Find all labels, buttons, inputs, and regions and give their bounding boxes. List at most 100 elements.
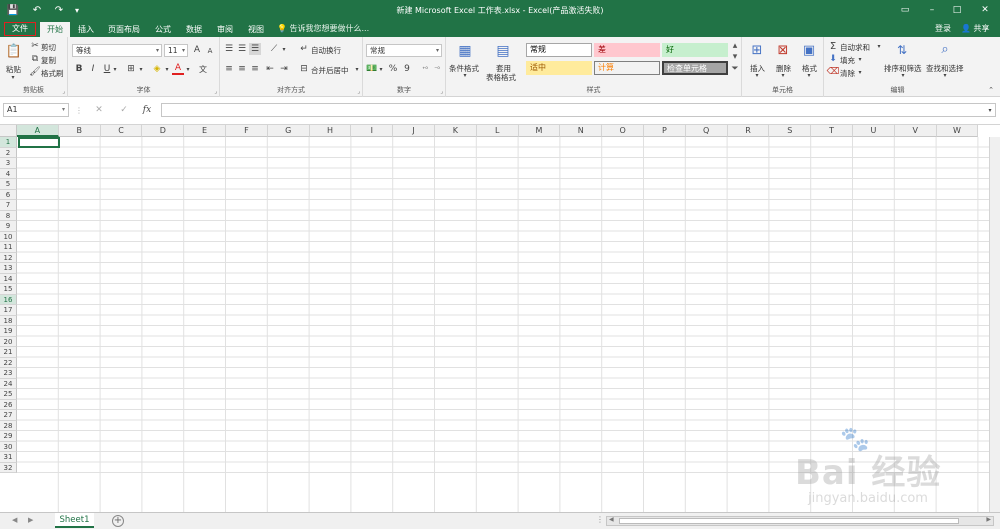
login-link[interactable]: 登录 (935, 23, 951, 35)
worksheet-grid[interactable]: ABCDEFGHIJKLMNOPQRSTUVW 1 2 3 4 5 6 7 8 9 10 11 12 1… (0, 125, 1000, 512)
row-header[interactable]: 3 (0, 158, 17, 169)
decrease-indent-icon[interactable]: ⇤ (264, 63, 276, 75)
row-header[interactable]: 19 (0, 326, 17, 337)
italic-button[interactable]: I (88, 63, 98, 75)
column-header[interactable]: K (435, 125, 477, 137)
style-neutral[interactable]: 适中 (526, 61, 592, 75)
orientation-icon[interactable]: ⟋ (267, 43, 281, 55)
comma-style-button[interactable]: 9 (401, 63, 413, 75)
wrap-text-icon[interactable]: ↵ (298, 43, 310, 55)
align-top-icon[interactable]: ☰ (223, 43, 235, 55)
row-header[interactable]: 5 (0, 179, 17, 190)
enter-icon[interactable]: ✓ (118, 104, 130, 116)
horizontal-scroll-thumb[interactable] (619, 518, 959, 524)
copy-icon[interactable]: ⧉ (30, 54, 40, 64)
row-header[interactable]: 24 (0, 378, 17, 389)
sort-filter-icon[interactable]: ⇅ (894, 41, 910, 59)
autosum-icon[interactable]: Σ (828, 40, 838, 52)
clear-dropdown-icon[interactable]: ▾ (857, 68, 863, 76)
fill-button[interactable]: 填充 (840, 55, 855, 66)
tab-review[interactable]: 审阅 (212, 22, 238, 37)
select-all-corner[interactable] (0, 125, 17, 137)
column-header[interactable]: T (811, 125, 853, 137)
styles-more-icon[interactable]: ⏷ (730, 64, 740, 74)
insert-cells-icon[interactable]: ⊞ (748, 41, 766, 59)
row-header[interactable]: 25 (0, 389, 17, 400)
row-header[interactable]: 4 (0, 168, 17, 179)
scroll-left-icon[interactable]: ◀ (609, 516, 614, 523)
row-header[interactable]: 29 (0, 431, 17, 442)
fill-icon[interactable]: ⬇ (828, 53, 838, 65)
row-header[interactable]: 1 (0, 137, 17, 148)
share-button[interactable]: 👤 共享 (958, 22, 993, 35)
column-header[interactable]: M (518, 125, 561, 137)
grow-font-button[interactable]: A (191, 44, 203, 56)
column-header[interactable]: W (936, 125, 979, 137)
horizontal-scrollbar[interactable]: ◀ ▶ (606, 516, 994, 526)
tab-page-layout[interactable]: 页面布局 (104, 22, 144, 37)
increase-decimal-icon[interactable]: ⁺⁰ (419, 63, 431, 75)
row-header[interactable]: 13 (0, 263, 17, 274)
tab-view[interactable]: 视图 (243, 22, 269, 37)
clipboard-launcher-icon[interactable]: ⌟ (62, 88, 65, 95)
format-as-table-icon[interactable]: ▤ (494, 42, 512, 60)
vertical-scrollbar[interactable] (989, 137, 1000, 512)
delete-dropdown-icon[interactable]: ▾ (780, 72, 786, 79)
column-header[interactable]: C (100, 125, 143, 137)
cut-button[interactable]: 剪切 (41, 42, 56, 53)
style-good[interactable]: 好 (662, 43, 728, 57)
minimize-button[interactable]: – (925, 3, 939, 17)
tab-home[interactable]: 开始 (40, 22, 70, 37)
row-header[interactable]: 11 (0, 242, 17, 253)
column-header[interactable]: P (644, 125, 686, 137)
tab-split-handle-icon[interactable]: ⋮ (596, 515, 604, 524)
paste-dropdown-icon[interactable]: ▾ (10, 74, 16, 81)
scroll-right-icon[interactable]: ▶ (986, 516, 991, 523)
fill-dropdown-icon[interactable]: ▾ (857, 55, 863, 63)
row-header[interactable]: 26 (0, 399, 17, 410)
row-header[interactable]: 2 (0, 147, 17, 158)
active-cell[interactable] (18, 137, 60, 148)
row-header[interactable]: 30 (0, 441, 17, 452)
column-header[interactable]: S (769, 125, 812, 137)
autosum-button[interactable]: 自动求和 (840, 42, 870, 53)
insert-dropdown-icon[interactable]: ▾ (754, 72, 760, 79)
shrink-font-button[interactable]: A (204, 45, 216, 57)
cell-gridlines[interactable] (17, 137, 1000, 512)
row-header[interactable]: 21 (0, 347, 17, 358)
tab-formulas[interactable]: 公式 (150, 22, 176, 37)
format-painter-button[interactable]: 格式刷 (41, 68, 64, 79)
column-header[interactable]: Q (685, 125, 728, 137)
merge-center-button[interactable]: 合并后居中 (311, 65, 349, 76)
decrease-decimal-icon[interactable]: ⁻⁰ (431, 63, 443, 75)
tab-insert[interactable]: 插入 (73, 22, 99, 37)
font-color-dropdown-icon[interactable]: ▾ (185, 64, 191, 74)
name-box[interactable]: A1 ▾ (3, 103, 69, 117)
row-header[interactable]: 28 (0, 420, 17, 431)
row-header[interactable]: 9 (0, 221, 17, 232)
row-header[interactable]: 6 (0, 189, 17, 200)
row-header[interactable]: 32 (0, 462, 17, 473)
wrap-text-button[interactable]: 自动换行 (311, 45, 341, 56)
align-center-icon[interactable]: ≡ (236, 63, 248, 75)
style-check-cell[interactable]: 检查单元格 (662, 61, 728, 75)
column-header[interactable]: O (602, 125, 644, 137)
border-dropdown-icon[interactable]: ▾ (138, 64, 144, 74)
column-header[interactable]: J (393, 125, 435, 137)
row-header[interactable]: 14 (0, 273, 17, 284)
column-header[interactable]: N (560, 125, 603, 137)
search-icon[interactable]: ⌕ (936, 40, 954, 58)
percent-style-button[interactable]: % (387, 63, 399, 75)
merge-dropdown-icon[interactable]: ▾ (354, 64, 360, 74)
style-bad[interactable]: 差 (594, 43, 660, 57)
tell-me-search[interactable]: 💡 告诉我您想要做什么... (277, 23, 369, 35)
column-header[interactable]: L (476, 125, 519, 137)
column-header[interactable]: E (184, 125, 226, 137)
number-launcher-icon[interactable]: ⌟ (440, 88, 443, 95)
formula-bar-grip-icon[interactable]: ⋮ (75, 105, 83, 115)
fill-color-dropdown-icon[interactable]: ▾ (164, 64, 170, 74)
tab-data[interactable]: 数据 (181, 22, 207, 37)
font-size-combo[interactable]: 11 ▾ (164, 44, 188, 57)
row-header[interactable]: 22 (0, 357, 17, 368)
copy-button[interactable]: 复制 (41, 55, 56, 66)
